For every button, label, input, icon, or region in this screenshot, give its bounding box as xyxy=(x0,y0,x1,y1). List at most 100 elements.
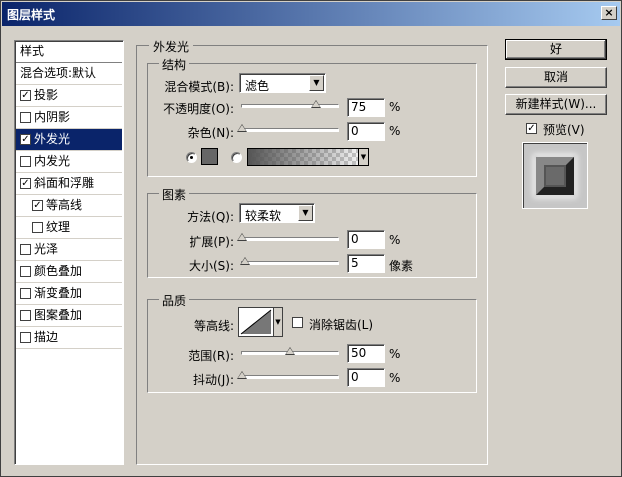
gradient-radio[interactable] xyxy=(231,152,242,163)
sidebar-item[interactable]: ✓ 斜面和浮雕 xyxy=(16,173,122,195)
close-icon[interactable]: × xyxy=(601,6,617,20)
sidebar-item[interactable]: 渐变叠加 xyxy=(16,283,122,305)
opacity-label: 不透明度(O): xyxy=(163,102,234,116)
size-slider-thumb[interactable] xyxy=(240,257,250,265)
size-input[interactable]: 5 xyxy=(347,254,385,273)
styles-list-header[interactable]: 样式 xyxy=(16,41,122,63)
range-slider[interactable] xyxy=(241,347,339,355)
sidebar-item-checkbox[interactable] xyxy=(20,332,31,343)
sidebar-item[interactable]: 内阴影 xyxy=(16,107,122,129)
spread-label: 扩展(P): xyxy=(189,235,234,249)
sidebar-item[interactable]: 混合选项:默认 xyxy=(16,63,122,85)
sidebar-item-label: 内阴影 xyxy=(34,110,71,124)
contour-label: 等高线: xyxy=(193,319,234,333)
jitter-slider[interactable] xyxy=(237,371,339,379)
window-title: 图层样式 xyxy=(7,8,56,22)
chevron-down-icon: ▼ xyxy=(298,205,313,221)
antialias-checkbox[interactable] xyxy=(292,317,303,328)
sidebar-item-label: 图案叠加 xyxy=(34,308,83,322)
contour-curve-icon xyxy=(240,309,272,335)
spread-slider[interactable] xyxy=(237,233,339,241)
preview-checkbox[interactable]: ✓ xyxy=(526,123,537,134)
panel-title: 外发光 xyxy=(149,38,194,55)
gradient-picker[interactable]: ▼ xyxy=(247,148,369,166)
sidebar-item-label: 等高线 xyxy=(46,198,83,212)
sidebar-item[interactable]: 图案叠加 xyxy=(16,305,122,327)
styles-list: 样式 混合选项:默认 ✓ 投影 内阴影 ✓ 外发光 内发光 ✓ 斜面和浮雕 ✓ 等高线 纹理 光泽 颜色叠… xyxy=(14,40,124,465)
noise-label: 杂色(N): xyxy=(187,126,234,140)
sidebar-item[interactable]: 描边 xyxy=(16,327,122,349)
structure-title: 结构 xyxy=(159,56,190,73)
spread-input[interactable]: 0 xyxy=(347,230,385,249)
sidebar-item-checkbox[interactable] xyxy=(20,288,31,299)
layer-style-dialog: 图层样式 × 样式 混合选项:默认 ✓ 投影 内阴影 ✓ 外发光 内发光 ✓ 斜面和浮雕 ✓ 等高线… xyxy=(0,0,622,477)
sidebar-item-checkbox[interactable]: ✓ xyxy=(32,200,43,211)
sidebar-item-checkbox[interactable] xyxy=(20,266,31,277)
sidebar-item[interactable]: 内发光 xyxy=(16,151,122,173)
noise-slider[interactable] xyxy=(237,124,339,132)
elements-title: 图素 xyxy=(159,186,190,203)
noise-slider-thumb[interactable] xyxy=(237,124,247,132)
styles-header-label: 样式 xyxy=(20,44,45,58)
sidebar-item-label: 纹理 xyxy=(46,220,71,234)
title-bar: 图层样式 × xyxy=(2,2,620,26)
opacity-input[interactable]: 75 xyxy=(347,98,385,117)
sidebar-item-label: 混合选项:默认 xyxy=(20,66,97,80)
sidebar-item-checkbox[interactable] xyxy=(32,222,43,233)
new-style-button[interactable]: 新建样式(W)... xyxy=(505,94,607,115)
spread-unit: % xyxy=(389,233,401,247)
sidebar-item-label: 颜色叠加 xyxy=(34,264,83,278)
size-unit: 像素 xyxy=(389,259,414,273)
technique-label: 方法(Q): xyxy=(187,210,234,224)
chevron-down-icon[interactable]: ▼ xyxy=(273,307,283,337)
chevron-down-icon: ▼ xyxy=(309,75,324,91)
sidebar-item-label: 内发光 xyxy=(34,154,71,168)
range-label: 范围(R): xyxy=(188,349,234,363)
blend-mode-label: 混合模式(B): xyxy=(164,80,234,94)
antialias-label: 消除锯齿(L) xyxy=(309,318,374,332)
jitter-slider-thumb[interactable] xyxy=(237,371,247,379)
preview-square-image xyxy=(536,156,574,195)
sidebar-item-checkbox[interactable]: ✓ xyxy=(20,178,31,189)
jitter-input[interactable]: 0 xyxy=(347,368,385,387)
sidebar-item[interactable]: 纹理 xyxy=(16,217,122,239)
sidebar-item-label: 光泽 xyxy=(34,242,59,256)
jitter-label: 抖动(J): xyxy=(193,373,234,387)
sidebar-item-checkbox[interactable]: ✓ xyxy=(20,134,31,145)
contour-picker[interactable]: ▼ xyxy=(238,307,283,337)
sidebar-item[interactable]: 光泽 xyxy=(16,239,122,261)
chevron-down-icon[interactable]: ▼ xyxy=(358,148,369,166)
sidebar-item-checkbox[interactable] xyxy=(20,112,31,123)
sidebar-item[interactable]: ✓ 投影 xyxy=(16,85,122,107)
cancel-button[interactable]: 取消 xyxy=(505,67,607,88)
sidebar-item[interactable]: ✓ 等高线 xyxy=(16,195,122,217)
sidebar-item[interactable]: ✓ 外发光 xyxy=(16,129,122,151)
sidebar-item[interactable]: 颜色叠加 xyxy=(16,261,122,283)
technique-dropdown[interactable]: 较柔软 ▼ xyxy=(239,203,315,223)
preview-label: 预览(V) xyxy=(543,123,585,137)
sidebar-item-label: 斜面和浮雕 xyxy=(34,176,95,190)
sidebar-item-label: 描边 xyxy=(34,330,59,344)
quality-title: 品质 xyxy=(159,292,190,309)
jitter-unit: % xyxy=(389,371,401,385)
glow-color-swatch[interactable] xyxy=(201,148,218,165)
ok-button[interactable]: 好 xyxy=(505,39,607,60)
blend-mode-dropdown[interactable]: 滤色 ▼ xyxy=(239,73,326,93)
noise-input[interactable]: 0 xyxy=(347,122,385,141)
size-slider[interactable] xyxy=(240,257,339,265)
size-label: 大小(S): xyxy=(188,259,234,273)
sidebar-item-checkbox[interactable] xyxy=(20,156,31,167)
opacity-slider[interactable] xyxy=(241,100,339,108)
range-input[interactable]: 50 xyxy=(347,344,385,363)
spread-slider-thumb[interactable] xyxy=(237,233,247,241)
style-preview-thumbnail xyxy=(522,142,588,209)
sidebar-item-checkbox[interactable] xyxy=(20,310,31,321)
noise-unit: % xyxy=(389,124,401,138)
sidebar-item-checkbox[interactable]: ✓ xyxy=(20,90,31,101)
sidebar-item-checkbox[interactable] xyxy=(20,244,31,255)
opacity-slider-thumb[interactable] xyxy=(310,100,321,108)
range-slider-thumb[interactable] xyxy=(285,347,295,355)
sidebar-item-label: 外发光 xyxy=(34,132,71,146)
blend-mode-value: 滤色 xyxy=(245,79,270,93)
solid-color-radio[interactable] xyxy=(186,152,197,163)
